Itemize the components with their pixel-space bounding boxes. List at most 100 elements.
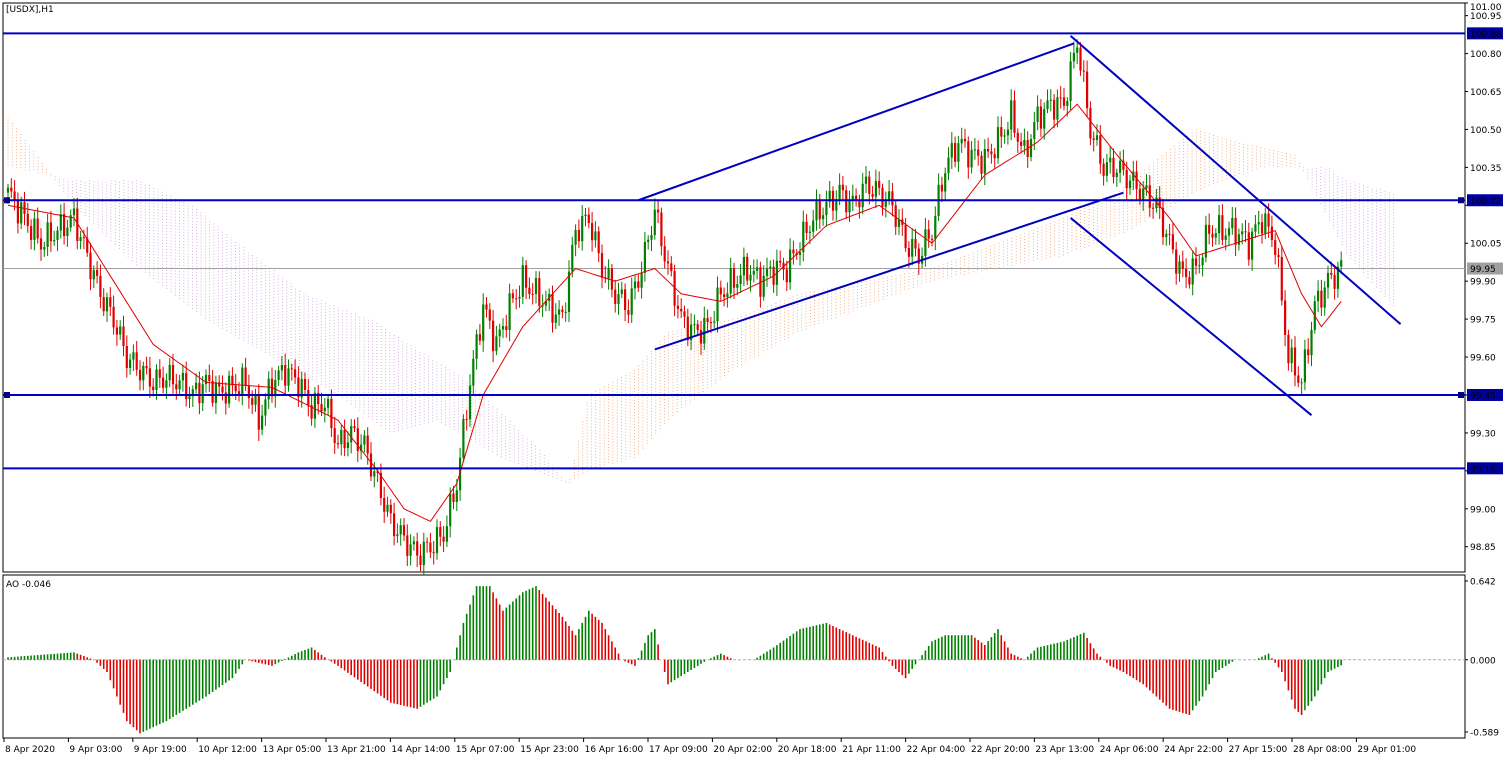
candle-body xyxy=(617,293,620,304)
candle-body xyxy=(1092,138,1095,141)
candle-body xyxy=(1277,255,1280,258)
candle-body xyxy=(838,184,841,200)
candle-body xyxy=(1006,129,1009,136)
candle-body xyxy=(208,375,211,382)
candle-body xyxy=(1029,139,1033,158)
candle-body xyxy=(350,426,353,443)
candle-body xyxy=(211,381,214,403)
candle-body xyxy=(1284,300,1287,335)
candle-body xyxy=(1109,157,1112,163)
candle-body xyxy=(1066,101,1069,106)
candle-body xyxy=(168,364,171,381)
ao-label: AO -0.046 xyxy=(6,580,51,590)
candle-body xyxy=(1323,287,1326,308)
candle-body xyxy=(1317,290,1320,302)
candle-body xyxy=(508,293,511,330)
candle-body xyxy=(419,555,422,566)
candle-body xyxy=(1290,347,1293,364)
time-tick-label: 13 Apr 05:00 xyxy=(263,745,322,755)
candle-body xyxy=(587,214,590,224)
candle-body xyxy=(1033,121,1036,140)
candle-body xyxy=(165,380,168,388)
trend-lines xyxy=(637,35,1402,416)
candle-body xyxy=(277,370,280,380)
candle-body xyxy=(373,471,376,477)
candle-body xyxy=(244,367,247,386)
candle-body xyxy=(1307,349,1310,356)
price-tick-label: 100.65 xyxy=(1470,88,1502,98)
candle-body xyxy=(1310,329,1313,356)
candle-body xyxy=(455,490,458,502)
candle-body xyxy=(676,305,679,309)
candle-body xyxy=(1020,141,1023,146)
candle-body xyxy=(960,138,963,144)
candle-body xyxy=(950,143,953,158)
candle-body xyxy=(574,229,577,245)
candle-body xyxy=(719,287,722,295)
candle-body xyxy=(528,287,531,295)
candle-body xyxy=(1099,135,1102,164)
candle-body xyxy=(1257,222,1260,225)
candle-body xyxy=(72,208,76,216)
candle-body xyxy=(115,327,118,335)
candle-body xyxy=(1049,99,1052,101)
candle-body xyxy=(152,386,155,391)
candle-body xyxy=(825,201,828,216)
candle-body xyxy=(1221,215,1224,240)
candle-body xyxy=(610,268,613,290)
candle-body xyxy=(967,141,970,168)
candle-body xyxy=(779,260,782,263)
ao-panel-frame xyxy=(2,574,1466,739)
candle-body xyxy=(858,201,861,208)
candle-body xyxy=(1000,127,1003,137)
candle-body xyxy=(488,309,491,321)
candle-body xyxy=(92,270,95,280)
candle-body xyxy=(1059,97,1062,99)
candle-body xyxy=(346,442,349,449)
candle-body xyxy=(620,289,623,294)
candle-body xyxy=(340,429,343,445)
candle-body xyxy=(228,375,231,404)
candle-body xyxy=(1043,109,1046,129)
candle-body xyxy=(46,222,49,247)
chart-canvas[interactable]: 100.88100.2299.4599.1699.95 101.00100.95… xyxy=(0,0,1508,760)
price-tick-label: 100.95 xyxy=(1470,12,1502,22)
candle-body xyxy=(633,281,637,289)
price-tick-label: 100.80 xyxy=(1470,50,1502,60)
candle-body xyxy=(20,202,23,224)
trend-line xyxy=(654,191,1124,351)
candle-body xyxy=(1188,277,1191,285)
candle-body xyxy=(944,173,947,192)
time-tick-label: 9 Apr 19:00 xyxy=(134,745,187,755)
candle-body xyxy=(452,493,455,502)
candle-body xyxy=(963,138,967,142)
candle-body xyxy=(1303,349,1306,383)
candle-body xyxy=(571,244,574,272)
candle-body xyxy=(805,221,808,233)
time-tick-label: 16 Apr 16:00 xyxy=(585,745,644,755)
candle-body xyxy=(109,297,112,307)
candle-body xyxy=(290,368,293,370)
price-tick-label: 99.00 xyxy=(1470,505,1496,515)
candle-body xyxy=(1234,217,1237,245)
time-tick-label: 20 Apr 18:00 xyxy=(778,745,837,755)
candle-body xyxy=(416,541,419,556)
candle-body xyxy=(294,369,297,378)
candle-body xyxy=(129,359,132,369)
candle-body xyxy=(947,157,950,174)
candle-body xyxy=(551,293,554,323)
candle-body xyxy=(478,334,481,341)
candle-body xyxy=(369,453,373,477)
candle-body xyxy=(1191,258,1194,285)
price-tick-label: 98.85 xyxy=(1470,543,1496,553)
candle-body xyxy=(1287,334,1290,364)
candle-body xyxy=(422,541,425,566)
candle-body xyxy=(643,241,646,273)
candle-body xyxy=(1142,188,1145,200)
time-tick-label: 29 Apr 01:00 xyxy=(1357,745,1416,755)
candle-body xyxy=(432,552,435,554)
candle-body xyxy=(1128,180,1132,189)
candle-body xyxy=(148,368,151,387)
candle-body xyxy=(1175,249,1178,274)
time-tick-label: 27 Apr 15:00 xyxy=(1229,745,1288,755)
